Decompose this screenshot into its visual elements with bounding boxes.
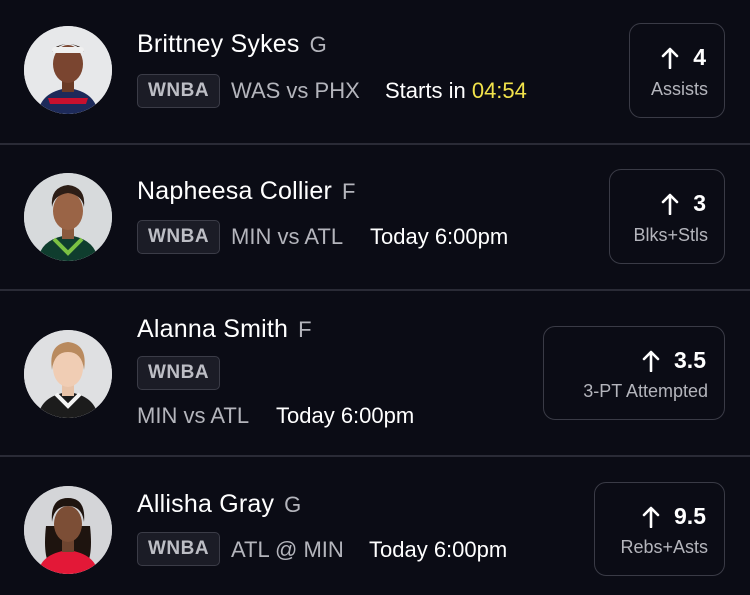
player-avatar — [24, 486, 112, 574]
player-pick-row[interactable]: Alanna Smith F WNBA MIN vs ATL Today 6:0… — [0, 291, 750, 455]
matchup-text: WAS vs PHX — [231, 78, 360, 103]
prop-stat-label: Rebs+Asts — [620, 537, 708, 557]
player-headshot-icon — [24, 486, 112, 574]
prop-line-box[interactable]: 9.5 Rebs+Asts — [594, 482, 725, 576]
countdown-timer: 04:54 — [471, 78, 527, 103]
player-pick-row[interactable]: Napheesa Collier F WNBA MIN vs ATL Today… — [0, 145, 750, 289]
player-position: G — [309, 32, 327, 57]
prop-line-box[interactable]: 4 Assists — [629, 23, 725, 118]
arrow-up-icon — [642, 350, 660, 372]
arrow-up-icon — [661, 193, 679, 215]
league-badge: WNBA — [137, 356, 221, 390]
player-position: F — [341, 179, 356, 204]
league-badge: WNBA — [137, 220, 221, 254]
game-start-text: Today 6:00pm — [370, 224, 509, 249]
player-headshot-icon — [24, 26, 112, 114]
player-name: Allisha Gray — [137, 490, 275, 518]
prop-line-value: 9.5 — [674, 503, 706, 529]
arrow-up-icon — [661, 47, 679, 69]
player-headshot-icon — [24, 173, 112, 261]
player-name: Alanna Smith — [137, 315, 289, 343]
player-pick-row[interactable]: Allisha Gray G WNBA ATL @ MIN Today 6:00… — [0, 457, 750, 595]
arrow-up-icon — [642, 506, 660, 528]
player-headshot-icon — [24, 330, 112, 418]
game-start-text: Today 6:00pm — [276, 403, 415, 428]
player-avatar — [24, 26, 112, 114]
player-avatar — [24, 173, 112, 261]
prop-line-value: 3 — [693, 190, 706, 216]
game-start-text: Today 6:00pm — [369, 537, 508, 562]
player-pick-row[interactable]: Brittney Sykes G WNBA WAS vs PHX Starts … — [0, 0, 750, 143]
prop-stat-label: 3-PT Attempted — [583, 381, 708, 401]
game-start-text: Starts in 04:54 — [385, 78, 527, 104]
matchup-text: ATL @ MIN — [231, 537, 344, 562]
prop-line-box[interactable]: 3.5 3-PT Attempted — [543, 326, 725, 420]
prop-line-value: 3.5 — [674, 347, 706, 373]
start-prefix: Starts in — [385, 78, 466, 103]
prop-line-box[interactable]: 3 Blks+Stls — [609, 169, 725, 264]
matchup-text: MIN vs ATL — [231, 224, 344, 249]
player-avatar — [24, 330, 112, 418]
player-position: F — [298, 317, 312, 342]
matchup-text: MIN vs ATL — [137, 403, 250, 428]
player-name: Napheesa Collier — [137, 177, 332, 205]
player-name: Brittney Sykes — [137, 30, 300, 58]
player-position: G — [284, 492, 302, 517]
league-badge: WNBA — [137, 74, 221, 108]
league-badge: WNBA — [137, 532, 221, 566]
prop-stat-label: Assists — [650, 79, 708, 99]
prop-line-value: 4 — [693, 44, 706, 70]
prop-stat-label: Blks+Stls — [633, 225, 708, 245]
